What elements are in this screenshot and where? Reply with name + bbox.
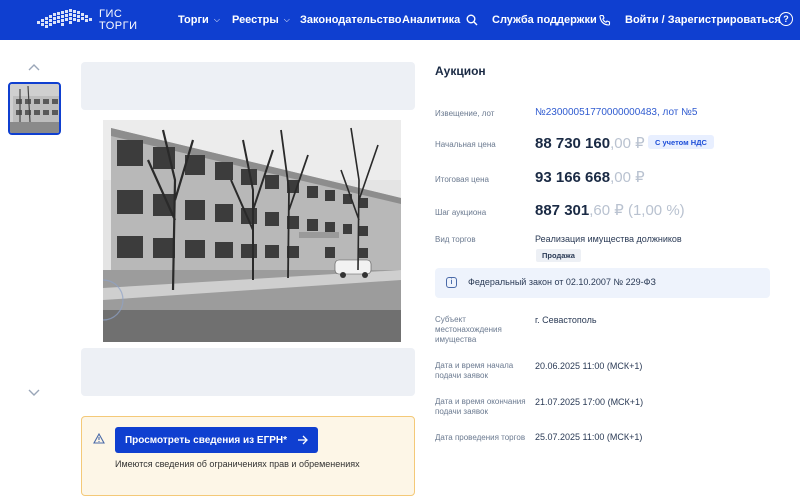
gallery-thumbnail[interactable] — [8, 82, 61, 135]
top-header: ГИС ТОРГИ Торги ⌵ Реестры ⌵ Законодатель… — [0, 0, 800, 40]
law-info-box: i Федеральный закон от 02.10.2007 № 229-… — [435, 268, 770, 298]
russia-map-logo-icon — [37, 9, 92, 28]
search-icon[interactable] — [466, 14, 478, 26]
location-label-line-1: Субъект — [435, 315, 466, 324]
arrow-right-icon — [298, 435, 308, 445]
image-placeholder-bottom — [81, 348, 415, 396]
end-date-value: 21.07.2025 17:00 (МСК+1) — [535, 397, 644, 407]
logo-line-1: ГИС — [99, 8, 123, 20]
building-photo — [103, 120, 401, 342]
view-egrn-button-label: Просмотреть сведения из ЕГРН* — [124, 434, 288, 446]
phone-icon[interactable] — [599, 14, 611, 26]
step-label: Шаг аукциона — [435, 208, 487, 217]
auction-date-value: 25.07.2025 11:00 (МСК+1) — [535, 432, 643, 442]
location-label-line-2: местонахождения — [435, 325, 502, 334]
procedure-title: Аукцион — [435, 64, 486, 78]
help-icon[interactable]: ? — [779, 12, 793, 26]
step-dec: ,60 ₽ (1,00 %) — [589, 202, 685, 219]
start-date-label-line-2: подачи заявок — [435, 371, 488, 380]
final-price-label: Итоговая цена — [435, 175, 489, 184]
nav-reestry-label: Реестры — [232, 14, 279, 26]
nav-zakonodatelstvo-label: Законодательство — [300, 14, 402, 26]
notice-link[interactable]: №23000051770000000483, лот №5 — [535, 107, 697, 118]
location-value: г. Севастополь — [535, 315, 597, 325]
sale-badge: Продажа — [536, 249, 581, 262]
chevron-down-icon: ⌵ — [213, 15, 220, 24]
logo-text: ГИС ТОРГИ — [99, 8, 137, 32]
notice-text: Имеются сведения об ограничениях прав и … — [115, 459, 360, 469]
chevron-down-icon[interactable] — [27, 386, 41, 400]
start-price-int: 88 730 160 — [535, 135, 611, 152]
type-label: Вид торгов — [435, 235, 476, 244]
chevron-down-icon: ⌵ — [283, 15, 290, 24]
end-date-label-line-2: подачи заявок — [435, 407, 488, 416]
warning-icon — [93, 432, 105, 445]
main-photo[interactable] — [103, 120, 401, 342]
final-price-int: 93 166 668 — [535, 169, 611, 186]
nav-support[interactable]: Служба поддержки — [492, 0, 597, 40]
logo-line-2: ТОРГИ — [99, 20, 138, 32]
login-label: Войти / Зарегистрироваться — [625, 14, 781, 26]
end-date-label-line-1: Дата и время окончания — [435, 397, 526, 406]
nav-torgi[interactable]: Торги ⌵ — [178, 0, 220, 40]
vat-badge: С учетом НДС — [648, 135, 714, 149]
nav-analitika-label: Аналитика — [402, 14, 461, 26]
nav-torgi-label: Торги — [178, 14, 209, 26]
location-label-line-3: имущества — [435, 335, 477, 344]
start-date-label-line-1: Дата и время начала — [435, 361, 514, 370]
chevron-up-icon[interactable] — [27, 60, 41, 74]
view-egrn-button[interactable]: Просмотреть сведения из ЕГРН* — [115, 427, 318, 453]
info-icon: i — [446, 277, 457, 288]
building-photo-thumbnail — [10, 84, 59, 133]
auction-step: 887 301,60 ₽ (1,00 %) — [535, 201, 685, 219]
start-date-value: 20.06.2025 11:00 (МСК+1) — [535, 361, 643, 371]
final-price: 93 166 668,00 ₽ — [535, 168, 645, 186]
start-price-label: Начальная цена — [435, 140, 496, 149]
nav-support-label: Служба поддержки — [492, 14, 597, 26]
gis-torgi-logo[interactable]: ГИС ТОРГИ — [35, 6, 140, 34]
step-int: 887 301 — [535, 202, 590, 219]
start-price: 88 730 160,00 ₽ — [535, 134, 645, 152]
location-label: Субъект местонахождения имущества — [435, 315, 502, 345]
law-text: Федеральный закон от 02.10.2007 № 229-ФЗ — [468, 277, 656, 287]
encumbrance-notice: Просмотреть сведения из ЕГРН* Имеются св… — [81, 416, 415, 496]
notice-label: Извещение, лот — [435, 109, 495, 118]
final-price-dec: ,00 ₽ — [610, 169, 645, 186]
image-placeholder-top — [81, 62, 415, 110]
nav-analitika[interactable]: Аналитика — [402, 0, 460, 40]
start-price-dec: ,00 ₽ — [610, 135, 645, 152]
type-value: Реализация имущества должников — [535, 234, 682, 244]
nav-reestry[interactable]: Реестры ⌵ — [232, 0, 290, 40]
end-date-label: Дата и время окончания подачи заявок — [435, 397, 526, 417]
auction-date-label: Дата проведения торгов — [435, 433, 526, 442]
start-date-label: Дата и время начала подачи заявок — [435, 361, 513, 381]
login-link[interactable]: Войти / Зарегистрироваться — [625, 0, 781, 40]
nav-zakonodatelstvo[interactable]: Законодательство — [300, 0, 402, 40]
